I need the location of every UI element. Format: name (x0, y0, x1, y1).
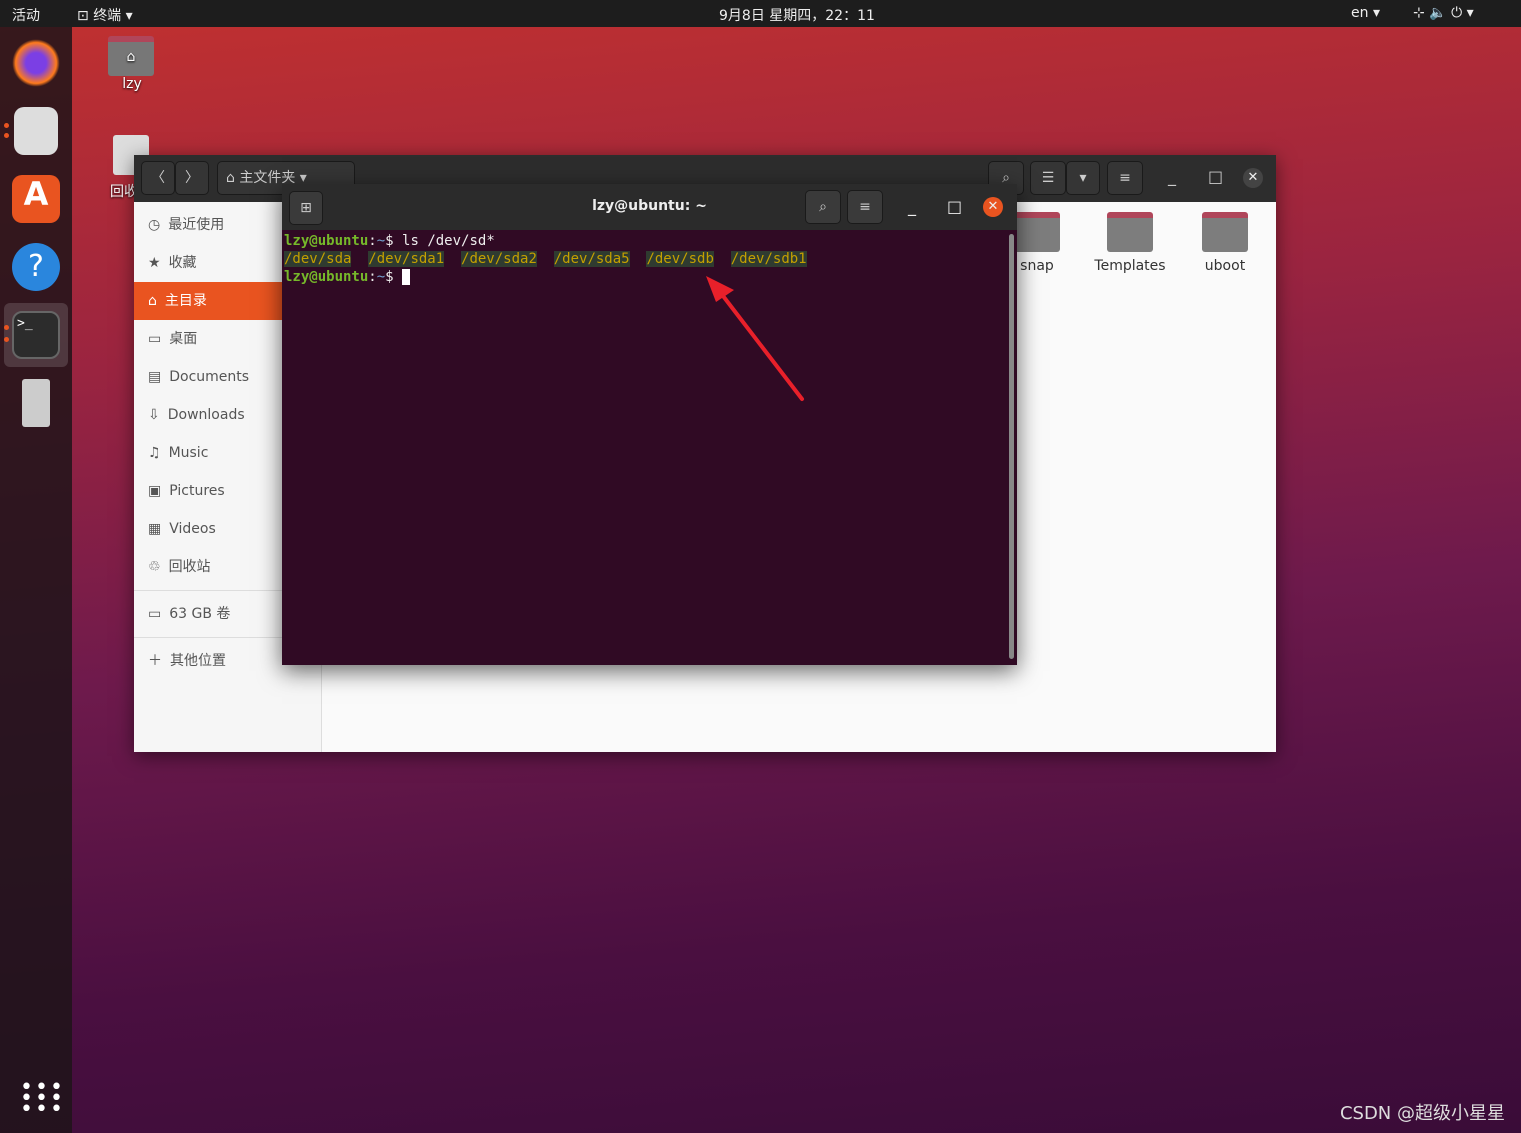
watermark: CSDN @超级小星星 (1339, 1103, 1505, 1124)
annotation-arrow (706, 276, 804, 401)
